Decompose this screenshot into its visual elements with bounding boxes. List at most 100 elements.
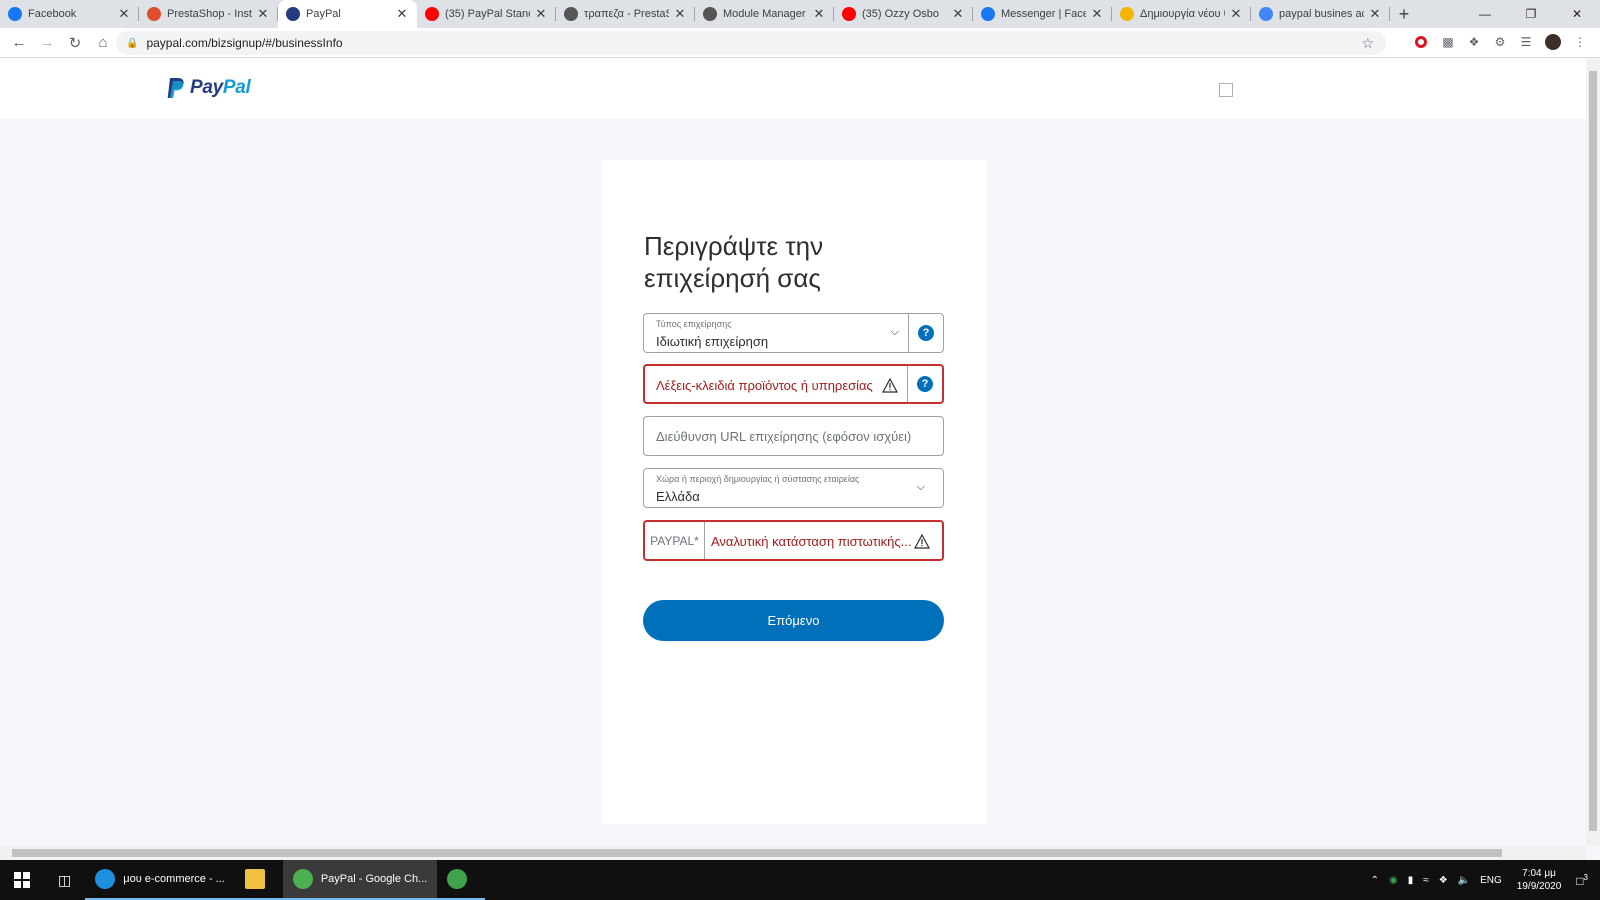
tab-title: (35) Ozzy Osbo	[862, 8, 940, 20]
reading-list-icon[interactable]: ☰	[1518, 34, 1534, 50]
browser-tab[interactable]: PrestaShop - Install ✕	[139, 0, 278, 28]
usb-icon[interactable]: ▮	[1408, 875, 1414, 886]
tab-title: τραπεζα - PrestaSh	[584, 8, 669, 20]
taskbar-app[interactable]	[437, 860, 486, 900]
task-view-button[interactable]: ◫	[44, 860, 85, 900]
taskbar-app[interactable]: PayPal - Google Ch...	[282, 860, 438, 900]
tab-close-icon[interactable]: ✕	[117, 6, 131, 22]
google-icon	[1259, 7, 1273, 21]
tab-title: (35) PayPal Standar	[445, 8, 530, 20]
language-indicator[interactable]: ENG	[1480, 875, 1502, 886]
chevron-down-icon: ⌵	[890, 326, 899, 338]
keywords-help[interactable]: ?	[907, 366, 942, 402]
browser-tab[interactable]: Δημιουργία νέου θ ✕	[1112, 0, 1251, 28]
business-type-help[interactable]: ?	[908, 314, 943, 352]
country-select[interactable]: Χώρα ή περιοχή δημιουργίας ή σύστασης ετ…	[643, 468, 944, 508]
profile-avatar[interactable]	[1545, 34, 1561, 50]
utorrent-tray-icon[interactable]: ◉	[1389, 875, 1398, 886]
windows-taskbar: ◫ μου e-commerce - ... PayPal - Google Ch…	[0, 860, 1600, 900]
window-controls: — ❐ ✕	[1462, 0, 1600, 28]
notification-center-icon[interactable]: □3	[1576, 873, 1588, 888]
tab-close-icon[interactable]: ✕	[812, 6, 826, 22]
browser-toolbar: ← → ↻ ⌂ 🔒 paypal.com/bizsignup/#/busines…	[0, 28, 1600, 58]
taskbar-app-label: μου e-commerce - ...	[123, 873, 225, 885]
tab-title: paypal busines acc	[1279, 8, 1364, 20]
help-icon: ?	[917, 376, 933, 392]
browser-tab[interactable]: Module Manager • ✕	[695, 0, 834, 28]
forward-arrow-icon[interactable]: →	[34, 30, 60, 56]
tab-title: Facebook	[28, 8, 77, 20]
signup-card: Περιγράψτε την επιχείρησή σας Τύπος επιχ…	[602, 160, 986, 824]
browser-tab[interactable]: paypal busines acc ✕	[1251, 0, 1390, 28]
home-icon[interactable]: ⌂	[90, 30, 116, 56]
horizontal-scroll-thumb[interactable]	[12, 849, 1502, 857]
statement-error-text: Αναλυτική κατάσταση πιστωτικής...	[711, 534, 912, 549]
start-button[interactable]	[0, 860, 44, 900]
volume-icon[interactable]: 🔈	[1458, 875, 1470, 886]
browser-tab[interactable]: Messenger | Facebo ✕	[973, 0, 1112, 28]
broken-image-icon	[1219, 83, 1233, 97]
website-url-input[interactable]: Διεύθυνση URL επιχείρησης (εφόσον ισχύει…	[643, 416, 944, 456]
paypal-wordmark: PayPal	[190, 77, 251, 98]
wifi-icon[interactable]: ≈	[1423, 875, 1429, 886]
puzzle-extensions-icon[interactable]: ⚙	[1492, 34, 1508, 50]
tab-close-icon[interactable]: ✕	[395, 6, 409, 22]
tab-close-icon[interactable]: ✕	[1090, 6, 1104, 22]
horizontal-scrollbar[interactable]	[0, 846, 1586, 860]
business-type-select[interactable]: Τύπος επιχείρησης Ιδιωτική επιχείρηση ⌵ …	[643, 313, 944, 353]
paypal-logo[interactable]: PayPal	[166, 77, 251, 99]
paypal-icon	[286, 7, 300, 21]
tab-close-icon[interactable]: ✕	[534, 6, 548, 22]
warning-icon	[914, 534, 930, 549]
menu-kebab-icon[interactable]: ⋮	[1572, 34, 1588, 50]
dropbox-extension-icon[interactable]: ❖	[1466, 34, 1482, 50]
minimize-icon[interactable]: —	[1462, 0, 1508, 28]
vertical-scroll-thumb[interactable]	[1589, 71, 1597, 831]
folder-icon	[244, 869, 265, 889]
restore-icon[interactable]: ❐	[1508, 0, 1554, 28]
dropbox-icon[interactable]: ❖	[1439, 875, 1448, 886]
tab-close-icon[interactable]: ✕	[673, 6, 687, 22]
lock-icon: 🔒	[126, 37, 139, 49]
tab-title: PayPal	[306, 8, 341, 20]
tab-close-icon[interactable]: ✕	[256, 6, 270, 22]
vertical-scrollbar[interactable]	[1586, 59, 1600, 846]
taskbar-app[interactable]: μου e-commerce - ...	[85, 860, 235, 900]
bookmark-star-icon[interactable]: ☆	[1361, 35, 1374, 52]
page-title: Περιγράψτε την επιχείρησή σας	[644, 231, 824, 293]
warning-icon	[882, 378, 898, 393]
tab-close-icon[interactable]: ✕	[951, 6, 965, 22]
next-button[interactable]: Επόμενο	[643, 600, 944, 641]
browser-tab[interactable]: Facebook ✕	[0, 0, 139, 28]
chevron-up-icon[interactable]: ⌃	[1371, 875, 1379, 886]
reload-icon[interactable]: ↻	[62, 30, 88, 56]
tab-title: Messenger | Facebo	[1001, 8, 1086, 20]
keywords-input[interactable]: Λέξεις-κλειδιά προϊόντος ή υπηρεσίας ?	[643, 364, 944, 404]
tab-close-icon[interactable]: ✕	[1229, 6, 1243, 22]
keywords-error-text: Λέξεις-κλειδιά προϊόντος ή υπηρεσίας	[656, 378, 873, 393]
browser-tab[interactable]: τραπεζα - PrestaSh ✕	[556, 0, 695, 28]
clock-time: 7:04 μμ	[1522, 868, 1556, 879]
youtube-icon	[425, 7, 439, 21]
clock[interactable]: 7:04 μμ 19/9/2020	[1517, 867, 1562, 893]
tab-title: PrestaShop - Install	[167, 8, 252, 20]
new-tab-button[interactable]: +	[1390, 0, 1418, 28]
tab-title: Module Manager •	[723, 8, 808, 20]
address-bar[interactable]: 🔒 paypal.com/bizsignup/#/businessInfo ☆	[116, 31, 1386, 55]
business-type-value: Ιδιωτική επιχείρηση	[656, 334, 769, 349]
extension-icon[interactable]: ▩	[1440, 34, 1456, 50]
youtube-icon	[842, 7, 856, 21]
taskbar-app[interactable]	[234, 860, 283, 900]
opera-extension-icon[interactable]	[1413, 34, 1429, 50]
windows-logo-icon	[14, 872, 30, 888]
browser-tab[interactable]: (35) Ozzy Osbo ✕	[834, 0, 973, 28]
prestashop-icon	[703, 7, 717, 21]
tab-close-icon[interactable]: ✕	[1368, 6, 1382, 22]
browser-tab[interactable]: (35) PayPal Standar ✕	[417, 0, 556, 28]
back-arrow-icon[interactable]: ←	[6, 30, 32, 56]
browser-tab[interactable]: PayPal ✕	[278, 0, 417, 28]
facebook-icon	[8, 7, 22, 21]
statement-descriptor-input[interactable]: PAYPAL* Αναλυτική κατάσταση πιστωτικής..…	[643, 520, 944, 561]
close-window-icon[interactable]: ✕	[1554, 0, 1600, 28]
page-viewport: PayPal Περιγράψτε την επιχείρησή σας Τύπ…	[0, 59, 1586, 846]
